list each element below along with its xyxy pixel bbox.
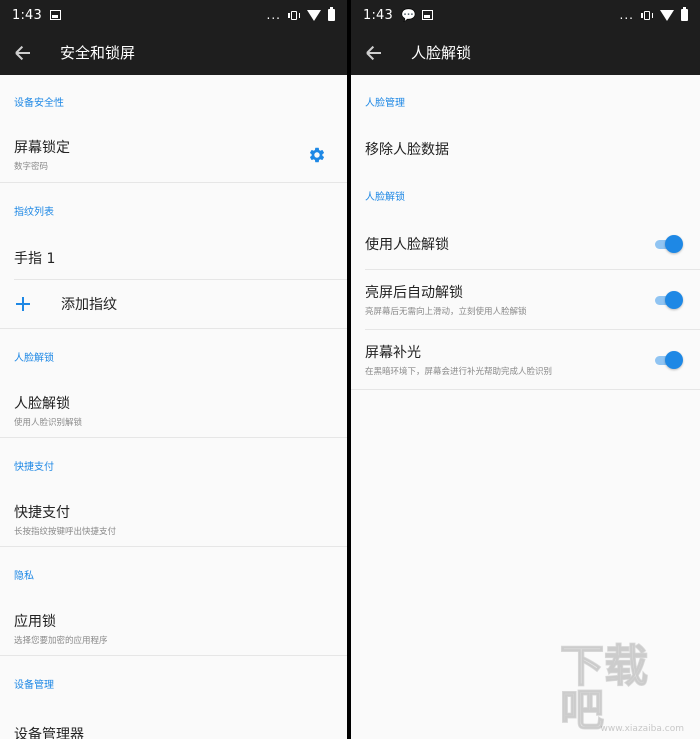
auto-unlock-toggle[interactable] — [655, 290, 683, 309]
screen-lock-subtitle: 数字密码 — [14, 162, 49, 172]
vibrate-icon — [641, 9, 653, 21]
image-notification-icon — [50, 10, 61, 20]
use-face-unlock-item[interactable]: 使用人脸解锁 — [351, 219, 700, 269]
battery-icon — [328, 7, 335, 21]
remove-face-data-label: 移除人脸数据 — [365, 142, 449, 158]
auto-unlock-subtitle: 亮屏幕后无需向上滑动，立刻使用人脸解锁 — [365, 307, 527, 317]
status-bar: 1:43 ... — [0, 0, 347, 30]
stage: 1:43 ... 安全和锁屏 设备安全性 屏幕锁定 数字密码 指纹列表 手指 1… — [0, 0, 700, 739]
back-arrow-icon[interactable] — [365, 44, 383, 62]
status-time: 1:43 — [363, 7, 393, 23]
section-header-quick-pay: 快捷支付 — [14, 461, 54, 473]
face-unlock-subtitle: 使用人脸识别解锁 — [14, 417, 83, 428]
quick-pay-item[interactable]: 快捷支付 长按指纹按键呼出快捷支付 — [0, 492, 347, 546]
app-bar: 人脸解锁 — [351, 30, 700, 75]
page-title: 安全和锁屏 — [60, 44, 136, 62]
section-header-face-manage: 人脸管理 — [365, 97, 405, 109]
add-fingerprint-label: 添加指纹 — [61, 297, 117, 313]
device-admin-item[interactable]: 设备管理器 — [0, 710, 347, 739]
divider — [351, 389, 700, 390]
vibrate-icon — [288, 9, 300, 21]
back-arrow-icon[interactable] — [14, 44, 32, 62]
auto-unlock-item[interactable]: 亮屏后自动解锁 亮屏幕后无需向上滑动，立刻使用人脸解锁 — [351, 270, 700, 329]
face-unlock-title: 人脸解锁 — [14, 395, 70, 412]
wechat-notification-icon: 💬 — [401, 8, 416, 22]
more-notifications-icon: ... — [619, 8, 634, 22]
app-lock-title: 应用锁 — [14, 613, 56, 630]
status-bar: 1:43 💬 ... — [351, 0, 700, 30]
face-unlock-item[interactable]: 人脸解锁 使用人脸识别解锁 — [0, 383, 347, 437]
security-lock-screen: 1:43 ... 安全和锁屏 设备安全性 屏幕锁定 数字密码 指纹列表 手指 1… — [0, 0, 347, 739]
section-header-privacy: 隐私 — [14, 570, 34, 582]
status-time: 1:43 — [12, 7, 42, 23]
screen-lock-item[interactable]: 屏幕锁定 数字密码 — [0, 127, 347, 182]
use-face-unlock-toggle[interactable] — [655, 235, 683, 253]
remove-face-data-item[interactable]: 移除人脸数据 — [351, 127, 700, 171]
quick-pay-subtitle: 长按指纹按键呼出快捷支付 — [14, 526, 117, 537]
watermark-url: www.xiazaiba.com — [600, 724, 684, 734]
finger-1-item[interactable]: 手指 1 — [0, 237, 347, 279]
wifi-icon — [660, 10, 674, 21]
screen-fill-light-subtitle: 在黑暗环境下，屏幕会进行补光帮助完成人脸识别 — [365, 367, 553, 377]
face-unlock-screen: 1:43 💬 ... 人脸解锁 人脸管理 移除人脸数据 人脸解锁 使用人脸解锁 — [351, 0, 700, 739]
plus-icon — [16, 297, 30, 311]
section-header-device-admin: 设备管理 — [14, 679, 54, 691]
add-fingerprint-button[interactable]: 添加指纹 — [0, 280, 347, 328]
watermark-logo: 下载吧 www.xiazaiba.com — [559, 644, 690, 734]
quick-pay-title: 快捷支付 — [14, 504, 70, 521]
battery-icon — [681, 7, 688, 21]
watermark-text: 下载吧 — [559, 641, 649, 736]
use-face-unlock-title: 使用人脸解锁 — [365, 237, 449, 253]
app-lock-item[interactable]: 应用锁 选择您要加密的应用程序 — [0, 601, 347, 655]
more-notifications-icon: ... — [266, 8, 281, 22]
image-notification-icon — [421, 10, 433, 20]
section-header-fingerprints: 指纹列表 — [14, 206, 54, 218]
finger-1-label: 手指 1 — [14, 251, 56, 267]
section-header-face-unlock: 人脸解锁 — [14, 352, 54, 364]
section-header-device-security: 设备安全性 — [14, 97, 64, 109]
wifi-icon — [307, 10, 321, 21]
app-bar: 安全和锁屏 — [0, 30, 347, 75]
page-title: 人脸解锁 — [411, 44, 472, 62]
screen-fill-light-toggle[interactable] — [655, 350, 683, 369]
gear-icon[interactable] — [308, 146, 326, 164]
section-header-face-unlock: 人脸解锁 — [365, 191, 405, 203]
auto-unlock-title: 亮屏后自动解锁 — [365, 285, 463, 301]
screen-fill-light-title: 屏幕补光 — [365, 345, 421, 361]
screen-lock-title: 屏幕锁定 — [14, 140, 70, 156]
screen-fill-light-item[interactable]: 屏幕补光 在黑暗环境下，屏幕会进行补光帮助完成人脸识别 — [351, 330, 700, 389]
app-lock-subtitle: 选择您要加密的应用程序 — [14, 635, 108, 646]
device-admin-title: 设备管理器 — [14, 727, 84, 739]
